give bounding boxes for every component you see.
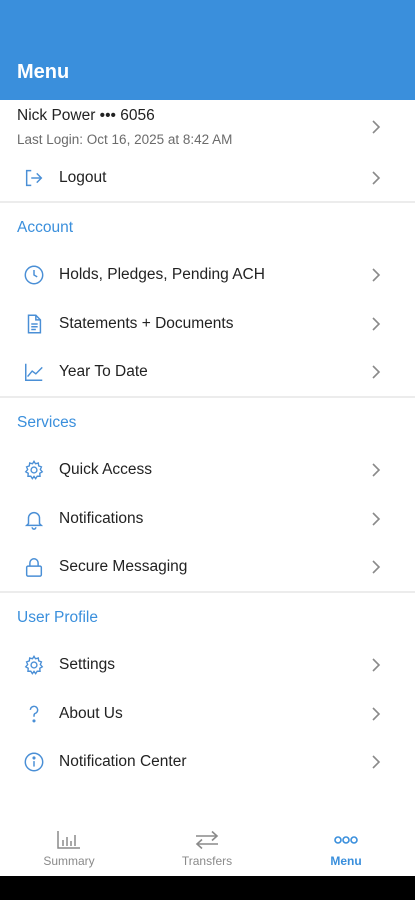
clock-icon: [22, 263, 46, 287]
line-chart-icon: [22, 360, 46, 384]
menu-item-about-us[interactable]: About Us: [0, 690, 415, 738]
menu-item-secure-messaging[interactable]: Secure Messaging: [0, 543, 415, 591]
divider: [0, 591, 415, 593]
nav-label: Menu: [330, 854, 362, 868]
app-header: Menu: [0, 0, 415, 100]
menu-item-year-to-date[interactable]: Year To Date: [0, 348, 415, 396]
gear-icon: [22, 458, 46, 482]
transfer-arrows-icon: [192, 829, 222, 851]
last-login-text: Last Login: Oct 16, 2025 at 8:42 AM: [17, 132, 233, 147]
info-icon: [22, 750, 46, 774]
bar-chart-icon: [54, 829, 84, 851]
nav-tab-transfers[interactable]: Transfers: [138, 820, 276, 876]
chevron-right-icon: [372, 268, 381, 282]
user-name: Nick Power ••• 6056: [17, 107, 155, 124]
question-icon: [22, 702, 46, 726]
menu-item-label: Settings: [59, 656, 116, 673]
chevron-right-icon: [372, 755, 381, 769]
menu-item-label: Notification Center: [59, 753, 187, 770]
chevron-right-icon: [372, 512, 381, 526]
chevron-right-icon: [372, 463, 381, 477]
chevron-right-icon: [372, 365, 381, 379]
menu-item-statements[interactable]: Statements + Documents: [0, 300, 415, 348]
logout-label: Logout: [59, 169, 107, 186]
menu-item-label: About Us: [59, 705, 123, 722]
chevron-right-icon: [372, 317, 381, 331]
gear-icon: [22, 653, 46, 677]
menu-item-notifications[interactable]: Notifications: [0, 495, 415, 543]
nav-tab-summary[interactable]: Summary: [0, 820, 138, 876]
chevron-right-icon: [372, 560, 381, 574]
section-title-account: Account: [17, 219, 74, 236]
divider: [0, 396, 415, 398]
menu-item-holds-pledges[interactable]: Holds, Pledges, Pending ACH: [0, 251, 415, 299]
nav-tab-menu[interactable]: Menu: [277, 820, 415, 876]
dots-icon: [331, 829, 361, 851]
chevron-right-icon: [372, 120, 381, 134]
menu-item-settings[interactable]: Settings: [0, 641, 415, 689]
menu-item-label: Year To Date: [59, 363, 148, 380]
menu-item-notification-center[interactable]: Notification Center: [0, 738, 415, 786]
menu-item-label: Notifications: [59, 510, 144, 527]
chevron-right-icon: [372, 171, 381, 185]
divider: [0, 201, 415, 203]
menu-item-label: Holds, Pledges, Pending ACH: [59, 266, 265, 283]
section-title-services: Services: [17, 414, 77, 431]
user-account-row[interactable]: Nick Power ••• 6056 Last Login: Oct 16, …: [0, 100, 415, 155]
menu-item-label: Secure Messaging: [59, 558, 188, 575]
system-navigation-bar: [0, 876, 415, 900]
lock-icon: [22, 555, 46, 579]
document-icon: [22, 312, 46, 336]
nav-label: Summary: [43, 854, 95, 868]
logout-icon: [22, 166, 46, 190]
menu-item-label: Quick Access: [59, 461, 153, 478]
chevron-right-icon: [372, 707, 381, 721]
nav-label: Transfers: [181, 854, 233, 868]
bell-icon: [22, 507, 46, 531]
logout-button[interactable]: Logout: [0, 154, 415, 202]
section-title-user-profile: User Profile: [17, 609, 98, 626]
menu-item-label: Statements + Documents: [59, 315, 234, 332]
bottom-navigation: Summary Transfers Menu: [0, 820, 415, 876]
menu-item-quick-access[interactable]: Quick Access: [0, 446, 415, 494]
chevron-right-icon: [372, 658, 381, 672]
page-title: Menu: [17, 61, 70, 83]
